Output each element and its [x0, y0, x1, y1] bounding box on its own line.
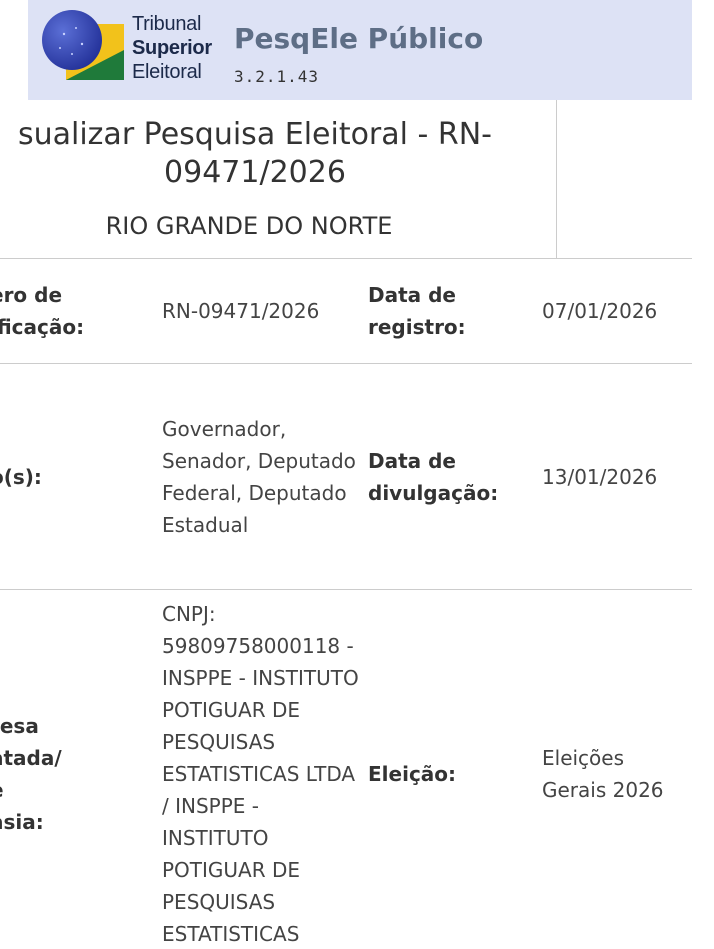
- label-positions: o(s):: [0, 363, 148, 590]
- logo-line-1: Tribunal: [132, 13, 202, 35]
- label-registration-date: Data de registro:: [362, 258, 530, 364]
- table-row: resa atada/ e asia: CNPJ: 59809758000118…: [0, 589, 692, 949]
- side-panel: [556, 100, 693, 258]
- logo-line-3: Eleitoral: [132, 61, 202, 83]
- label-contracted-company: resa atada/ e asia:: [0, 589, 148, 949]
- value-release-date: 13/01/2026: [530, 363, 692, 590]
- page-title: sualizar Pesquisa Eleitoral - RN-09471/2…: [17, 117, 492, 190]
- tse-logo-emblem: [42, 10, 124, 80]
- logo-line-2: Superior: [132, 37, 212, 59]
- value-positions: Governador, Senador, Deputado Federal, D…: [148, 363, 362, 590]
- app-header: Tribunal Superior Eleitoral PesqEle Públ…: [28, 0, 692, 100]
- value-registration-date: 07/01/2026: [530, 258, 692, 364]
- app-title: PesqEle Público: [234, 22, 484, 55]
- tse-logo-text: Tribunal Superior Eleitoral: [132, 12, 212, 84]
- tse-logo[interactable]: Tribunal Superior Eleitoral: [36, 4, 226, 84]
- app-version: 3.2.1.43: [234, 67, 320, 86]
- value-contracted-company: CNPJ: 59809758000118 - INSPPE - INSTITUT…: [148, 589, 362, 949]
- label-registration-number: ero de ificação:: [0, 258, 148, 364]
- poll-details: ero de ificação: RN-09471/2026 Data de r…: [0, 258, 692, 949]
- value-election: Eleições Gerais 2026: [530, 589, 692, 949]
- label-release-date: Data de divulgação:: [362, 363, 530, 590]
- poll-details-table: ero de ificação: RN-09471/2026 Data de r…: [0, 258, 692, 949]
- page-subtitle: RIO GRANDE DO NORTE: [105, 212, 393, 240]
- table-row: o(s): Governador, Senador, Deputado Fede…: [0, 363, 692, 590]
- value-registration-number: RN-09471/2026: [148, 258, 362, 364]
- label-election: Eleição:: [362, 589, 530, 949]
- table-row: ero de ificação: RN-09471/2026 Data de r…: [0, 258, 692, 364]
